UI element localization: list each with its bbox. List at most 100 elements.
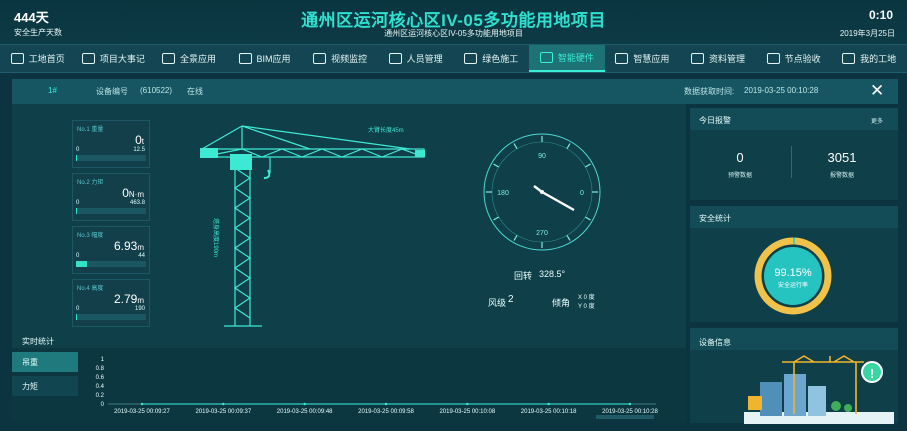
- compass-tick: [566, 143, 571, 149]
- y-tick-label: 0: [101, 402, 105, 408]
- gauge-fill: [76, 261, 87, 267]
- nav-item-label: BIM应用: [256, 54, 291, 64]
- nav-item-11[interactable]: 我的工地: [831, 45, 907, 72]
- list-icon: [81, 53, 95, 64]
- gauge-track: [76, 208, 146, 214]
- nav-item-6[interactable]: 绿色施工: [453, 45, 529, 72]
- fetch-time-label: 数据获取时间:: [684, 87, 735, 96]
- gauge-max: 44: [138, 253, 145, 259]
- nav-item-0[interactable]: 工地首页: [0, 45, 76, 72]
- gauge-number: 0: [122, 186, 129, 200]
- compass-tick: [513, 235, 518, 241]
- alarm-title: 今日报警: [699, 116, 731, 125]
- compass-label-180: 180: [497, 190, 509, 197]
- gauge-max: 190: [134, 306, 145, 312]
- close-icon[interactable]: ✕: [870, 82, 884, 99]
- wind-value: 2: [508, 294, 514, 305]
- user-icon: [842, 53, 856, 64]
- y-tick-label: 0.8: [96, 366, 105, 372]
- nav-item-label: 智能硬件: [557, 53, 594, 63]
- gauge-unit: m: [137, 296, 144, 305]
- nav-item-label: 工地首页: [28, 54, 65, 64]
- device-code: (610522): [140, 86, 173, 95]
- gauge-min: 0: [76, 200, 80, 206]
- device-code-label: 设备编号: [96, 87, 128, 96]
- tilt-label: 倾角: [552, 298, 571, 308]
- gauge-fill: [76, 208, 77, 214]
- compass-label-0: 0: [580, 190, 584, 197]
- alarm-label: 报警数据: [829, 173, 854, 179]
- gauge-fill: [76, 314, 78, 320]
- gauge-value: 2.79m: [114, 292, 144, 306]
- alert-icon[interactable]: !: [861, 361, 883, 383]
- rotate-label: 回转: [514, 271, 533, 281]
- gauge-label: No.3 幅度: [77, 233, 104, 239]
- gauge-max: 463.8: [129, 200, 145, 206]
- x-tick-label: 2019-03-25 00:10:18: [521, 409, 577, 415]
- grid-icon: [10, 53, 24, 64]
- x-tick-label: 2019-03-25 00:10:08: [439, 409, 495, 415]
- gauge-card: No.3 幅度 6.93m 0 44: [72, 226, 150, 274]
- nav-item-10[interactable]: 节点验收: [756, 45, 832, 72]
- gauge-fill: [76, 155, 77, 161]
- camera-icon: [313, 53, 327, 64]
- monitor-icon: [161, 53, 175, 64]
- gauge-track: [76, 261, 146, 267]
- person-icon: [388, 53, 402, 64]
- nav-item-2[interactable]: 全景应用: [151, 45, 227, 72]
- compass-label-270: 270: [536, 230, 548, 237]
- y-tick-label: 0.6: [96, 375, 105, 381]
- gauge-card: No.1 重量 0t 0 12.5: [72, 120, 150, 168]
- nav-item-5[interactable]: 人员管理: [378, 45, 454, 72]
- gear-icon: [615, 53, 629, 64]
- date: 2019年3月25日: [839, 29, 895, 38]
- check-icon: [766, 53, 780, 64]
- nav-item-4[interactable]: 视频监控: [302, 45, 378, 72]
- gauge-number: 0: [135, 133, 142, 147]
- tab-load[interactable]: 吊重: [12, 352, 78, 372]
- compass-tick: [493, 163, 499, 168]
- realtime-chart: 1 0.8 0.6 0.4 0.2 0 2019-03-25 00:09:27 2019-03…: [96, 357, 659, 419]
- data-point: [303, 402, 306, 406]
- slew-compass: 90 270 180 0: [483, 133, 601, 251]
- data-point: [222, 402, 225, 406]
- x-tick-label: 2019-03-25 00:09:37: [195, 409, 251, 415]
- data-point: [628, 402, 632, 406]
- safety-rate-label: 安全运行率: [778, 281, 808, 289]
- y-tick-label: 0.4: [96, 384, 105, 390]
- nav-item-9[interactable]: 资料管理: [680, 45, 756, 72]
- nav-item-label: 节点验收: [784, 54, 821, 64]
- warn-count: 0: [736, 150, 744, 165]
- page-subtitle: 通州区运河核心区IV-05多功能用地项目: [384, 29, 523, 38]
- nav-item-label: 项目大事记: [99, 54, 145, 64]
- device-number: 1#: [48, 86, 57, 95]
- y-tick-label: 0.2: [96, 393, 105, 399]
- data-point: [384, 402, 388, 406]
- gauge-track: [76, 314, 146, 320]
- warn-label: 预警数据: [727, 173, 752, 179]
- alarm-more-link[interactable]: 更多: [871, 116, 883, 125]
- x-tick-label: 2019-03-25 00:09:27: [114, 409, 170, 415]
- x-tick-label: 2019-03-25 00:09:48: [277, 409, 333, 415]
- tab-moment[interactable]: 力矩: [12, 376, 78, 396]
- data-point: [140, 402, 144, 406]
- gauge-unit: N·m: [128, 190, 144, 199]
- gauge-label: No.2 力矩: [77, 180, 104, 186]
- nav-item-7[interactable]: 智能硬件: [529, 45, 605, 72]
- nav-item-label: 视频监控: [331, 54, 368, 64]
- gauge-card: No.4 高度 2.79m 0 190: [72, 279, 150, 327]
- nav-item-3[interactable]: BIM应用: [227, 45, 303, 72]
- safety-rate-value: 99.15%: [774, 267, 812, 279]
- folder-icon: [690, 53, 704, 64]
- nav-item-label: 绿色施工: [482, 54, 519, 64]
- nav-item-8[interactable]: 智慧应用: [605, 45, 681, 72]
- clock: 0:10: [868, 8, 893, 22]
- leaf-icon: [464, 53, 478, 64]
- gauge-max: 12.5: [133, 147, 145, 153]
- wind-label: 风级: [488, 298, 507, 308]
- safety-rate-donut: 99.15% 安全运行率: [754, 237, 832, 315]
- gauge-number: 6.93: [113, 239, 138, 253]
- compass-tick: [513, 143, 518, 149]
- nav-item-label: 人员管理: [406, 54, 443, 64]
- nav-item-1[interactable]: 项目大事记: [76, 45, 152, 72]
